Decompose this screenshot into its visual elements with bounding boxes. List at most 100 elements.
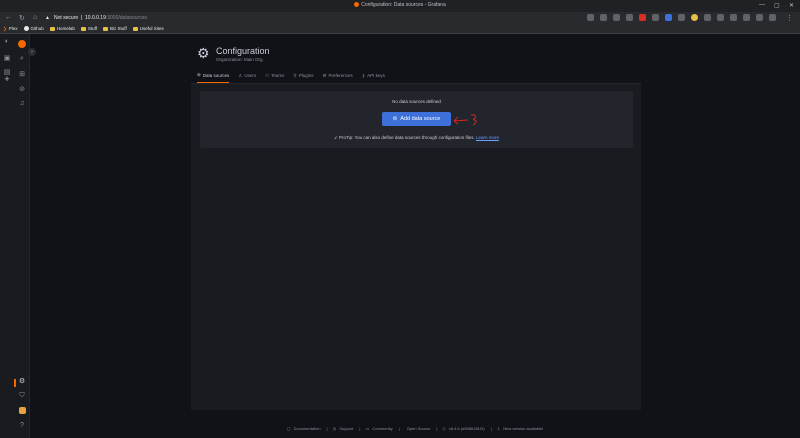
footer-separator: | (490, 426, 492, 431)
user-avatar[interactable] (14, 407, 30, 416)
page-subtitle: Organization: Main Org. (216, 57, 264, 62)
window-title: Configuration: Data sources - Grafana (0, 2, 800, 8)
sliders-icon: ⚙ (322, 72, 327, 78)
url-field[interactable]: ▲ Not secure | 10.0.0.19:3000/datasources (45, 14, 565, 22)
folder-icon (80, 26, 86, 31)
side-panel-add-icon[interactable]: + (2, 74, 12, 84)
extension-icon[interactable] (704, 14, 711, 21)
sidebar-collapse-chevron-icon[interactable]: › (28, 48, 36, 56)
close-window-button[interactable]: ✕ (789, 2, 794, 9)
github-icon (23, 26, 29, 31)
add-data-source-button[interactable]: ⊜ Add data source (382, 112, 451, 126)
extension-icon[interactable] (717, 14, 724, 21)
configuration-gear-icon[interactable]: ⚙ (14, 377, 30, 385)
back-icon[interactable]: ← (5, 14, 12, 21)
bookmark-label: Plex (8, 26, 18, 31)
bookmark-biz-stuff[interactable]: Biz Stuff (103, 26, 127, 31)
extension-icon[interactable] (613, 14, 620, 21)
tab-users[interactable]: ♙ Users (238, 72, 256, 83)
dashboards-icon[interactable]: ⊞ (14, 70, 30, 78)
bookmark-github[interactable]: Github (23, 26, 44, 31)
url-host: 10.0.0.19 (85, 15, 106, 21)
profile-avatar[interactable] (691, 14, 698, 21)
extension-icon[interactable] (678, 14, 685, 21)
bookmark-label: Github (30, 26, 44, 31)
tab-api-keys[interactable]: ⚷ API keys (362, 72, 385, 83)
tab-label: Teams (271, 73, 285, 78)
url-path: :3000/datasources (105, 15, 147, 21)
download-icon[interactable] (730, 14, 737, 21)
server-admin-shield-icon[interactable]: ⛉ (14, 392, 30, 400)
browser-side-panel: ◐ ▣ ▤ + (0, 34, 14, 438)
add-data-source-label: Add data source (400, 116, 441, 122)
extension-icon[interactable] (639, 14, 646, 21)
browser-menu-icon[interactable]: ⋮ (786, 14, 793, 22)
tab-data-sources[interactable]: ⊜ Data sources (197, 72, 230, 83)
footer-label: v8.4.6 (d9586181f1) (448, 426, 485, 431)
bookmark-label: Useful Sites (139, 26, 164, 31)
grafana-sidebar: ⌕ ⊞ ⊘ ♫ ⚙ ⛉ ? (14, 34, 30, 438)
grafana-logo-icon (18, 40, 26, 48)
home-icon[interactable]: ⌂ (33, 14, 37, 21)
empty-state-message: No data sources defined (392, 99, 441, 104)
bookmarks-bar: ❯ Plex Github Homelab Stuff Biz Stuff Use… (0, 24, 800, 34)
maximize-button[interactable]: ▢ (774, 2, 780, 9)
tab-label: Data sources (202, 72, 230, 78)
database-icon: ⊜ (197, 72, 201, 77)
rocket-icon: ➶ (334, 135, 338, 140)
bookmark-stuff[interactable]: Stuff (80, 26, 98, 31)
extension-icon[interactable] (756, 14, 763, 21)
extension-icon[interactable] (665, 14, 672, 21)
side-panel-icon[interactable]: ◐ (2, 38, 12, 45)
tab-label: Plugins (298, 73, 314, 78)
bookmark-plex[interactable]: ❯ Plex (3, 26, 18, 32)
play-icon: ❯ (3, 25, 7, 31)
footer-new-version-link[interactable]: ⇩ New version available! (497, 426, 546, 431)
extension-icon[interactable] (652, 14, 659, 21)
footer-support-link[interactable]: ◎ Support (333, 426, 356, 431)
key-icon: ⚷ (361, 72, 366, 78)
footer-community-link[interactable]: ▭ Community (366, 426, 395, 431)
footer-label: Documentation (293, 426, 321, 431)
address-bar-row: ← ↻ ⌂ ▲ Not secure | 10.0.0.19:3000/datas… (0, 12, 800, 24)
explore-icon[interactable]: ⊘ (14, 85, 30, 93)
side-panel-icon[interactable]: ▣ (2, 54, 12, 62)
extension-icon[interactable] (743, 14, 750, 21)
help-icon[interactable]: ? (14, 422, 30, 429)
tab-plugins[interactable]: ⚲ Plugins (293, 72, 313, 83)
learn-more-link[interactable]: Learn more (476, 135, 499, 140)
user-icon: ♙ (238, 72, 243, 78)
footer-version: ◇ v8.4.6 (d9586181f1) (442, 426, 485, 431)
bookmark-label: Homelab (56, 26, 75, 31)
footer-documentation-link[interactable]: ▢ Documentation (287, 426, 323, 431)
tab-label: API keys (367, 73, 385, 78)
database-icon: ⊜ (392, 116, 398, 122)
tab-preferences[interactable]: ⚙ Preferences (322, 72, 352, 83)
config-tabs: ⊜ Data sources ♙ Users ⚇ Teams ⚲ Plugins ⚙ Pr… (197, 72, 385, 83)
annotation-arrow-icon (453, 114, 477, 126)
bookmark-homelab[interactable]: Homelab (49, 26, 75, 31)
warning-icon[interactable]: ▲ (45, 15, 50, 21)
security-label: Not secure (53, 15, 79, 21)
footer-separator: | (398, 426, 400, 431)
extension-icon[interactable] (626, 14, 633, 21)
browser-title-bar: Configuration: Data sources - Grafana — … (0, 0, 800, 12)
tab-teams[interactable]: ⚇ Teams (265, 72, 284, 83)
footer-open-source-link[interactable]: Open Source (405, 426, 433, 431)
minimize-button[interactable]: — (759, 2, 765, 8)
search-icon[interactable]: ⌕ (14, 55, 30, 63)
window-title-text: Configuration: Data sources - Grafana (361, 2, 446, 8)
reload-icon[interactable]: ↻ (19, 14, 25, 22)
alerting-bell-icon[interactable]: ♫ (14, 100, 30, 107)
extension-toolbar (587, 14, 776, 21)
folder-icon (132, 26, 138, 31)
teams-icon: ⚇ (265, 72, 270, 78)
bookmark-label: Stuff (87, 26, 98, 31)
grafana-logo[interactable] (14, 40, 30, 48)
bookmark-useful-sites[interactable]: Useful Sites (132, 26, 164, 31)
extension-icon[interactable] (769, 14, 776, 21)
extension-icon[interactable] (587, 14, 594, 21)
grafana-tab-icon (354, 2, 360, 8)
extension-icon[interactable] (600, 14, 607, 21)
tabs-divider (191, 83, 641, 84)
